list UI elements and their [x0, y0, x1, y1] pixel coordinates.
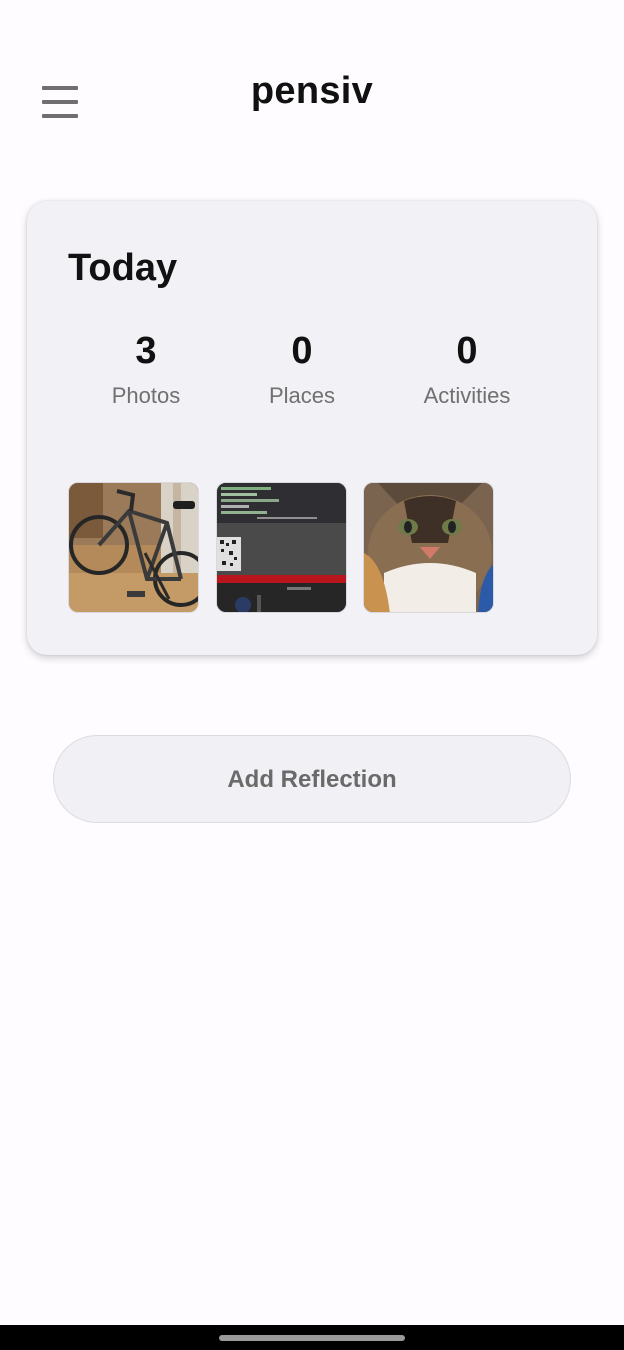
stat-places: 0 Places: [222, 329, 382, 409]
app-screen: pensiv Today 3 Photos 0 Places 0 Activit…: [0, 0, 624, 1350]
menu-bar-bottom: [42, 114, 78, 118]
stat-activities: 0 Activities: [387, 329, 547, 409]
stat-photos: 3 Photos: [66, 329, 226, 409]
stat-places-value: 0: [291, 330, 313, 372]
photo-thumbnail-bicycle[interactable]: [68, 482, 199, 613]
today-title: Today: [68, 247, 178, 289]
bicycle-photo-image: [69, 483, 198, 612]
system-navigation-bar: [0, 1325, 624, 1350]
stat-activities-value: 0: [456, 330, 478, 372]
today-card: Today 3 Photos 0 Places 0 Activities: [27, 201, 597, 655]
computer-photo-image: [217, 483, 346, 612]
add-reflection-button[interactable]: Add Reflection: [53, 735, 571, 823]
stat-photos-value: 3: [135, 330, 157, 372]
app-title: pensiv: [250, 70, 374, 112]
home-indicator[interactable]: [219, 1335, 405, 1341]
stat-places-label: Places: [268, 383, 336, 408]
photo-thumbnail-cat[interactable]: [363, 482, 494, 613]
stat-activities-label: Activities: [423, 383, 511, 408]
photo-thumbnail-computer[interactable]: [216, 482, 347, 613]
stat-photos-label: Photos: [111, 383, 181, 408]
cat-photo-image: [364, 483, 493, 612]
